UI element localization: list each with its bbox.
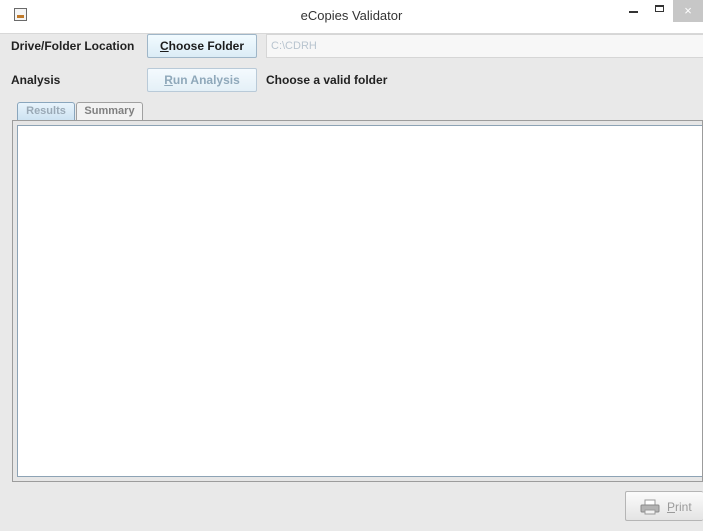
location-label: Drive/Folder Location bbox=[11, 39, 135, 53]
run-analysis-label: Run Analysis bbox=[164, 73, 240, 87]
status-text: Choose a valid folder bbox=[266, 73, 388, 87]
window-title: eCopies Validator bbox=[300, 8, 403, 23]
minimize-button[interactable] bbox=[621, 0, 647, 22]
results-text-area[interactable] bbox=[17, 125, 702, 477]
tab-results[interactable]: Results bbox=[17, 102, 75, 120]
maximize-button[interactable] bbox=[647, 0, 673, 22]
print-label: Print bbox=[667, 500, 692, 514]
results-tab-panel bbox=[12, 120, 703, 482]
content-panel: Drive/Folder Location Choose Folder C:\C… bbox=[0, 34, 703, 531]
run-analysis-button[interactable]: Run Analysis bbox=[147, 68, 257, 92]
choose-folder-label: Choose Folder bbox=[159, 39, 244, 53]
tab-results-label: Results bbox=[26, 105, 66, 117]
choose-folder-button[interactable]: Choose Folder bbox=[147, 34, 257, 58]
print-button[interactable]: Print bbox=[625, 491, 703, 521]
tab-summary-label: Summary bbox=[84, 105, 135, 117]
tab-summary[interactable]: Summary bbox=[76, 102, 143, 120]
folder-path-field[interactable]: C:\CDRH bbox=[266, 34, 703, 58]
analysis-label: Analysis bbox=[11, 73, 61, 87]
app-window: eCopies Validator × Drive/Folder Locatio… bbox=[0, 0, 703, 531]
title-bar: eCopies Validator × bbox=[0, 0, 703, 34]
close-button[interactable]: × bbox=[673, 0, 703, 22]
printer-icon bbox=[640, 499, 660, 515]
